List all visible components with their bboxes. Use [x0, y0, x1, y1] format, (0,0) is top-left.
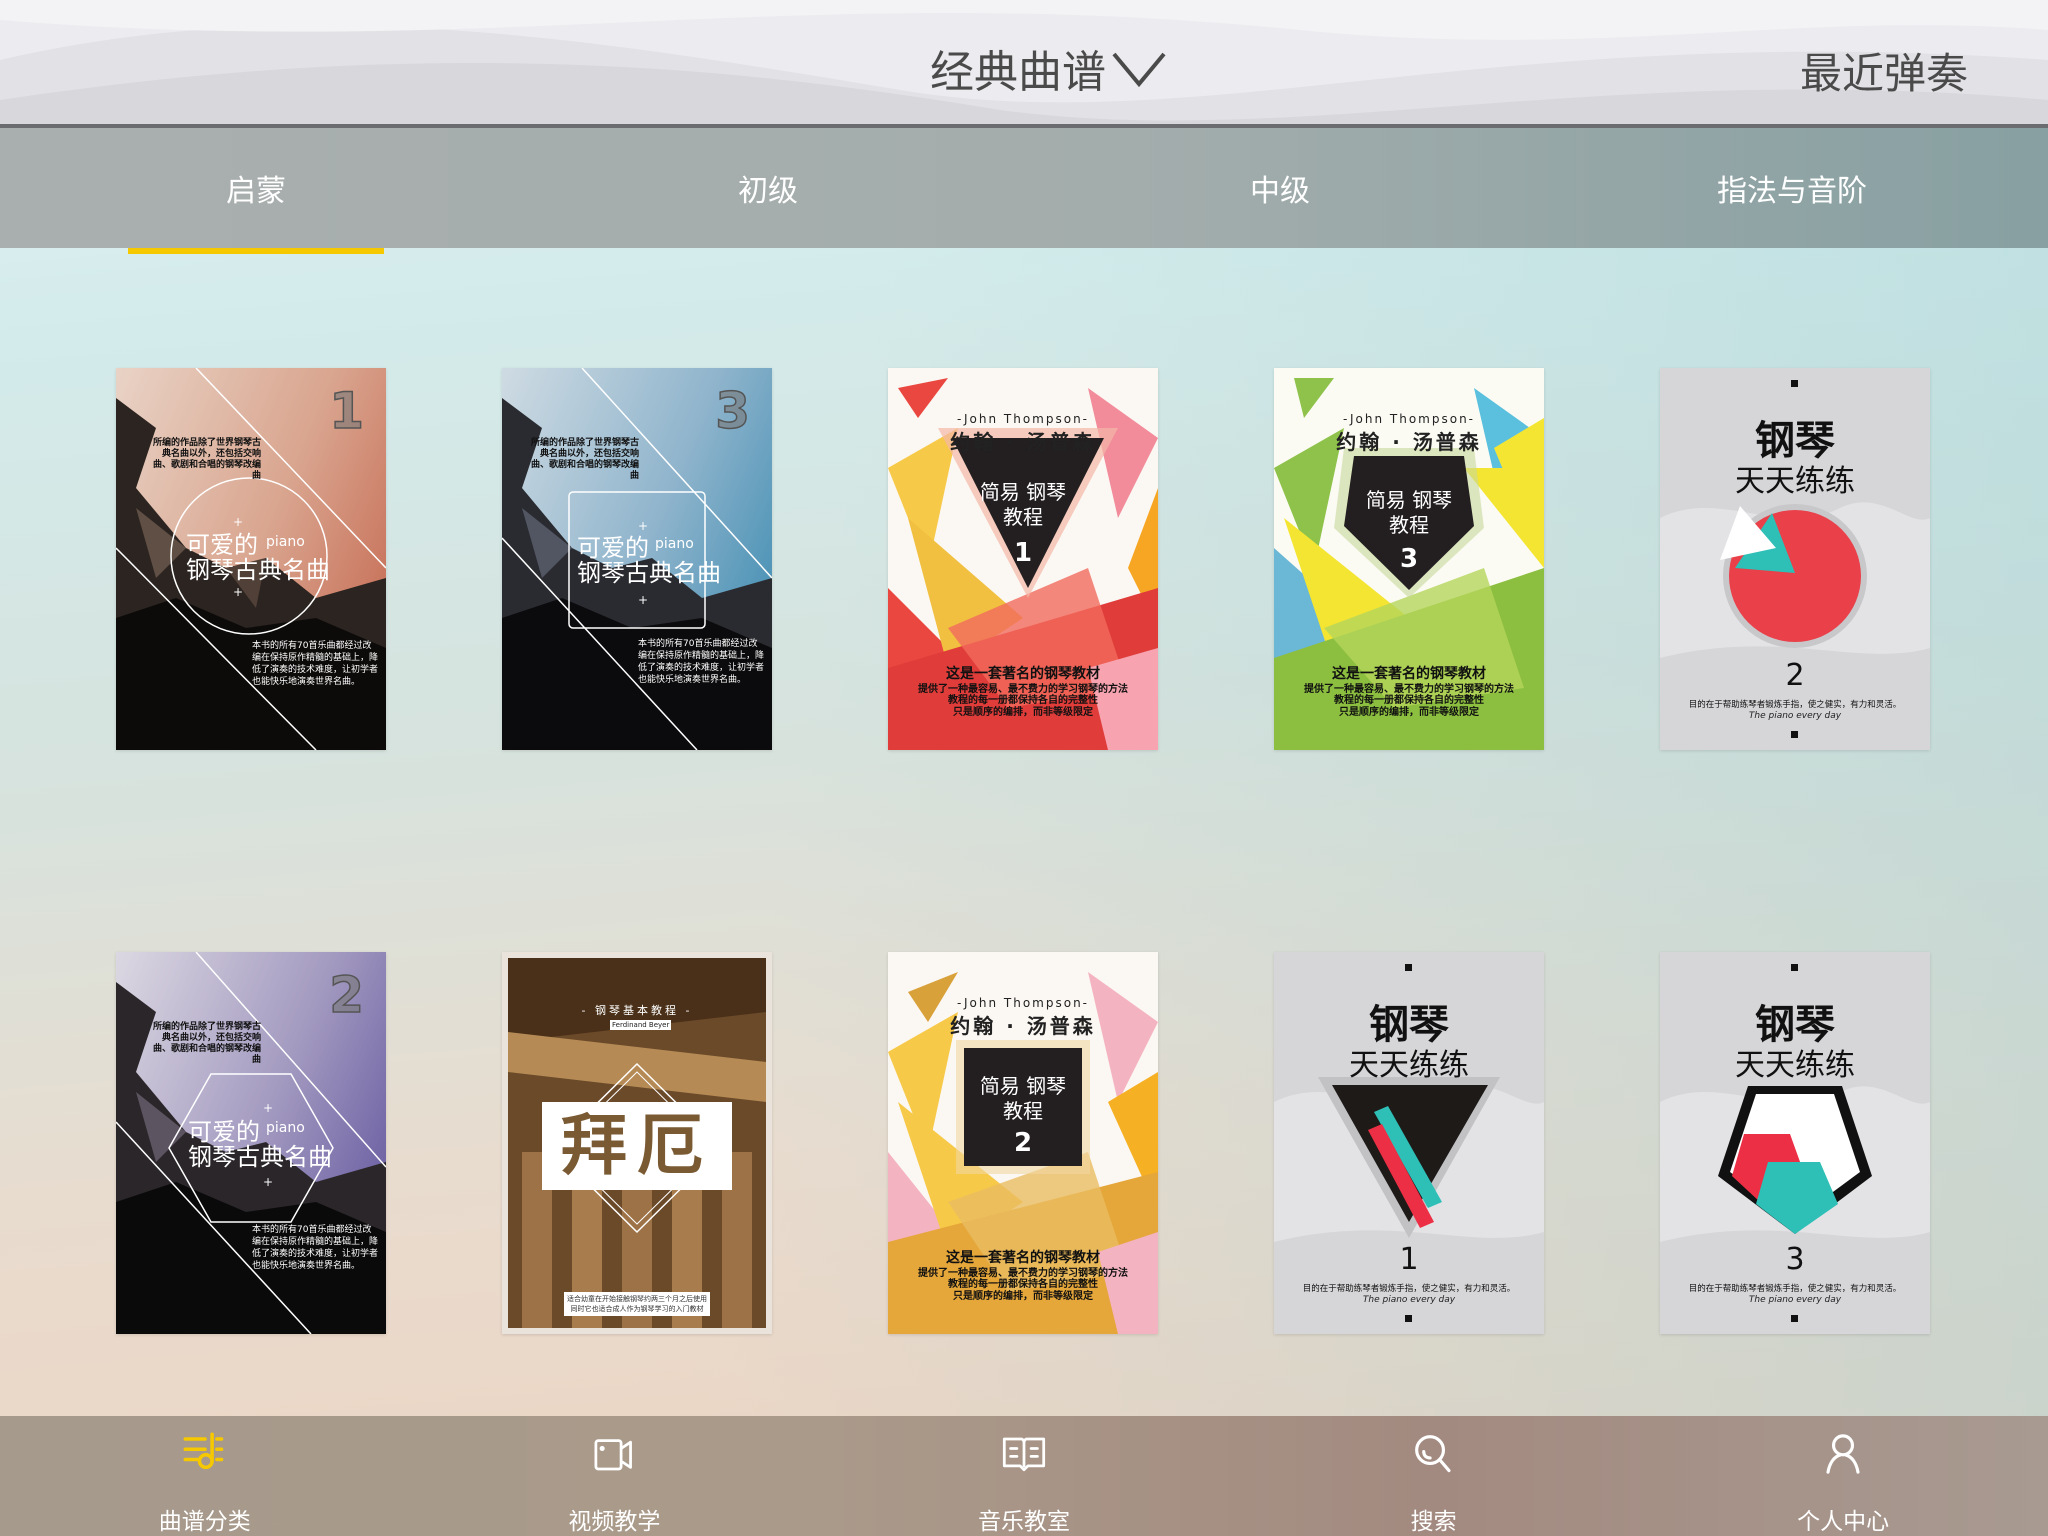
music-score-icon	[183, 1432, 224, 1470]
book-thompson-vol2[interactable]: -John Thompson- 约翰 · 汤普森 简易 钢琴教程 2 这是一套著…	[888, 952, 1158, 1334]
cover-blurb-bottom: 本书的所有70首乐曲都经过改编在保持原作精髓的基础上，降低了演奏的技术难度，让初…	[252, 1225, 379, 1271]
cover-author-english: -John Thompson-	[1342, 412, 1476, 426]
cover-title: 可爱的 钢琴古典名曲	[186, 531, 330, 584]
top-header: 经典曲谱 最近弹奏	[0, 0, 2048, 128]
search-icon	[1414, 1435, 1451, 1473]
cover-piano-label: piano	[655, 536, 694, 552]
decor-dot	[1791, 1315, 1798, 1322]
nav-search[interactable]: 搜索	[1229, 1416, 1639, 1536]
bottom-tab-bar: 曲谱分类 视频教学 音乐教室 搜索 个人中心	[0, 1416, 2048, 1536]
cover-blurb-top: 所编的作品除了世界钢琴古典名曲以外，还包括交响曲、歌剧和合唱的钢琴改编曲	[152, 1022, 261, 1065]
nav-profile[interactable]: 个人中心	[1638, 1416, 2048, 1536]
book-beyer[interactable]: - 钢琴基本教程 - Ferdinand Beyer 拜厄 适合幼童在开始接触钢…	[502, 952, 772, 1334]
svg-text:+: +	[233, 585, 243, 599]
cover-piano-label: piano	[266, 534, 305, 550]
nav-label: 音乐教室	[977, 1509, 1070, 1535]
nav-label: 曲谱分类	[158, 1509, 251, 1535]
book-classic-vol1[interactable]: + + 1 所编的作品除了世界钢琴古典名曲以外，还包括交响曲、歌剧和合唱的钢琴改…	[116, 368, 386, 750]
cover-title-line2: 天天练练	[1735, 1048, 1855, 1083]
book-daily-practice-vol2[interactable]: 钢琴 天天练练 2 目的在于帮助练琴者锻炼手指，使之健实，有力和灵活。 The …	[1660, 368, 1930, 750]
cover-blurb-3: 教程的每一册都保持各自的完整性 只是顺序的编排，而非等级限定	[1334, 695, 1484, 718]
cover-title: 简易 钢琴教程	[1365, 488, 1453, 537]
cover-author-chinese: 约翰 · 汤普森	[950, 430, 1096, 454]
svg-text:+: +	[263, 1175, 273, 1189]
book-thompson-vol3[interactable]: -John Thompson- 约翰 · 汤普森 简易 钢琴教程 3 这是一套著…	[1274, 368, 1544, 750]
cover-author-chinese: 约翰 · 汤普森	[1336, 430, 1482, 454]
cover-english-subtitle: The piano every day	[1748, 711, 1842, 721]
cover-blurb: 适合幼童在开始接触钢琴约两三个月之后使用 同时它也适合成人作为钢琴学习的入门教材	[564, 1292, 710, 1316]
book-classic-vol3[interactable]: + + 3 所编的作品除了世界钢琴古典名曲以外，还包括交响曲、歌剧和合唱的钢琴改…	[502, 368, 772, 750]
open-book-icon	[1002, 1437, 1046, 1472]
cover-blurb-3: 教程的每一册都保持各自的完整性 只是顺序的编排，而非等级限定	[948, 695, 1098, 718]
nav-score-categories[interactable]: 曲谱分类	[0, 1416, 410, 1536]
cover-english-subtitle: The piano every day	[1362, 1295, 1456, 1305]
volume-number: 3	[1399, 544, 1419, 574]
volume-number: 2	[328, 965, 364, 1025]
nav-label: 视频教学	[568, 1509, 661, 1535]
cover-blurb-top: 所编的作品除了世界钢琴古典名曲以外，还包括交响曲、歌剧和合唱的钢琴改编曲	[152, 438, 261, 481]
cover-blurb-bottom: 本书的所有70首乐曲都经过改编在保持原作精髓的基础上，降低了演奏的技术难度，让初…	[638, 639, 765, 685]
svg-text:+: +	[233, 515, 243, 529]
category-dropdown[interactable]: 经典曲谱	[930, 38, 1168, 98]
recent-played-button[interactable]: 最近弹奏	[1800, 40, 1968, 101]
cover-blurb-2: 提供了一种最容易、最不费力的学习钢琴的方法	[918, 1268, 1128, 1279]
category-tabs: 启蒙 初级 中级 指法与音阶	[0, 128, 2048, 248]
tab-intermediate[interactable]: 中级	[1024, 128, 1536, 248]
svg-text:+: +	[263, 1101, 273, 1115]
cover-blurb-2: 提供了一种最容易、最不费力的学习钢琴的方法	[918, 684, 1128, 695]
decor-dot	[1405, 964, 1412, 971]
cover-blurb-bottom: 本书的所有70首乐曲都经过改编在保持原作精髓的基础上，降低了演奏的技术难度，让初…	[252, 641, 379, 687]
cover-piano-label: piano	[266, 1120, 305, 1136]
decor-dot	[1791, 964, 1798, 971]
cover-title: 简易 钢琴教程	[979, 1074, 1067, 1123]
cover-title: 可爱的 钢琴古典名曲	[577, 534, 721, 587]
active-tab-indicator	[128, 248, 384, 254]
cover-title-line2: 天天练练	[1349, 1048, 1469, 1083]
decor-dot	[1791, 380, 1798, 387]
cover-author: Ferdinand Beyer	[610, 1020, 672, 1030]
cover-author-chinese: 约翰 · 汤普森	[950, 1014, 1096, 1038]
tab-fingering-scales[interactable]: 指法与音阶	[1536, 128, 2048, 248]
tab-beginner[interactable]: 初级	[512, 128, 1024, 248]
user-icon	[1826, 1434, 1860, 1474]
cover-title: 拜厄	[542, 1102, 732, 1190]
cover-blurb-top: 所编的作品除了世界钢琴古典名曲以外，还包括交响曲、歌剧和合唱的钢琴改编曲	[530, 438, 639, 481]
cover-author-english: -John Thompson-	[956, 412, 1090, 426]
cover-blurb-2: 提供了一种最容易、最不费力的学习钢琴的方法	[1304, 684, 1514, 695]
video-camera-icon	[594, 1439, 633, 1471]
volume-number: 1	[1013, 538, 1033, 568]
page-title: 经典曲谱	[930, 47, 1106, 98]
nav-label: 个人中心	[1797, 1509, 1890, 1535]
book-daily-practice-vol1[interactable]: 钢琴 天天练练 1 目的在于帮助练琴者锻炼手指，使之健实，有力和灵活。 The …	[1274, 952, 1544, 1334]
volume-number: 2	[1013, 1128, 1033, 1158]
decor-dot	[1405, 1315, 1412, 1322]
cover-blurb: 目的在于帮助练琴者锻炼手指，使之健实，有力和灵活。	[1302, 1284, 1516, 1294]
decor-dot	[1791, 731, 1798, 738]
cover-title: 简易 钢琴教程	[979, 480, 1067, 529]
cover-blurb: 目的在于帮助练琴者锻炼手指，使之健实，有力和灵活。	[1688, 700, 1902, 710]
nav-video-lessons[interactable]: 视频教学	[410, 1416, 820, 1536]
cover-blurb: 目的在于帮助练琴者锻炼手指，使之健实，有力和灵活。	[1688, 1284, 1902, 1294]
chevron-down-icon	[1112, 52, 1166, 88]
cover-title-line2: 天天练练	[1735, 464, 1855, 499]
volume-number: 2	[1785, 658, 1805, 693]
nav-label: 搜索	[1410, 1509, 1457, 1535]
volume-number: 3	[1785, 1242, 1805, 1277]
volume-number: 3	[714, 381, 750, 441]
tab-enlightenment[interactable]: 启蒙	[0, 128, 512, 248]
svg-text:+: +	[638, 519, 648, 533]
cover-series: - 钢琴基本教程 -	[581, 1004, 693, 1017]
book-thompson-vol1[interactable]: -John Thompson- 约翰 · 汤普森 简易 钢琴教程 1 这是一套著…	[888, 368, 1158, 750]
cover-english-subtitle: The piano every day	[1748, 1295, 1842, 1305]
svg-text:+: +	[638, 593, 648, 607]
cover-title: 可爱的 钢琴古典名曲	[188, 1118, 332, 1171]
cover-author-english: -John Thompson-	[956, 996, 1090, 1010]
book-daily-practice-vol3[interactable]: 钢琴 天天练练 3 目的在于帮助练琴者锻炼手指，使之健实，有力和灵活。 The …	[1660, 952, 1930, 1334]
cover-blurb-3: 教程的每一册都保持各自的完整性 只是顺序的编排，而非等级限定	[948, 1279, 1098, 1302]
volume-number: 1	[328, 381, 364, 441]
book-classic-vol2[interactable]: + + 2 所编的作品除了世界钢琴古典名曲以外，还包括交响曲、歌剧和合唱的钢琴改…	[116, 952, 386, 1334]
nav-music-classroom[interactable]: 音乐教室	[819, 1416, 1229, 1536]
volume-number: 1	[1399, 1242, 1419, 1277]
